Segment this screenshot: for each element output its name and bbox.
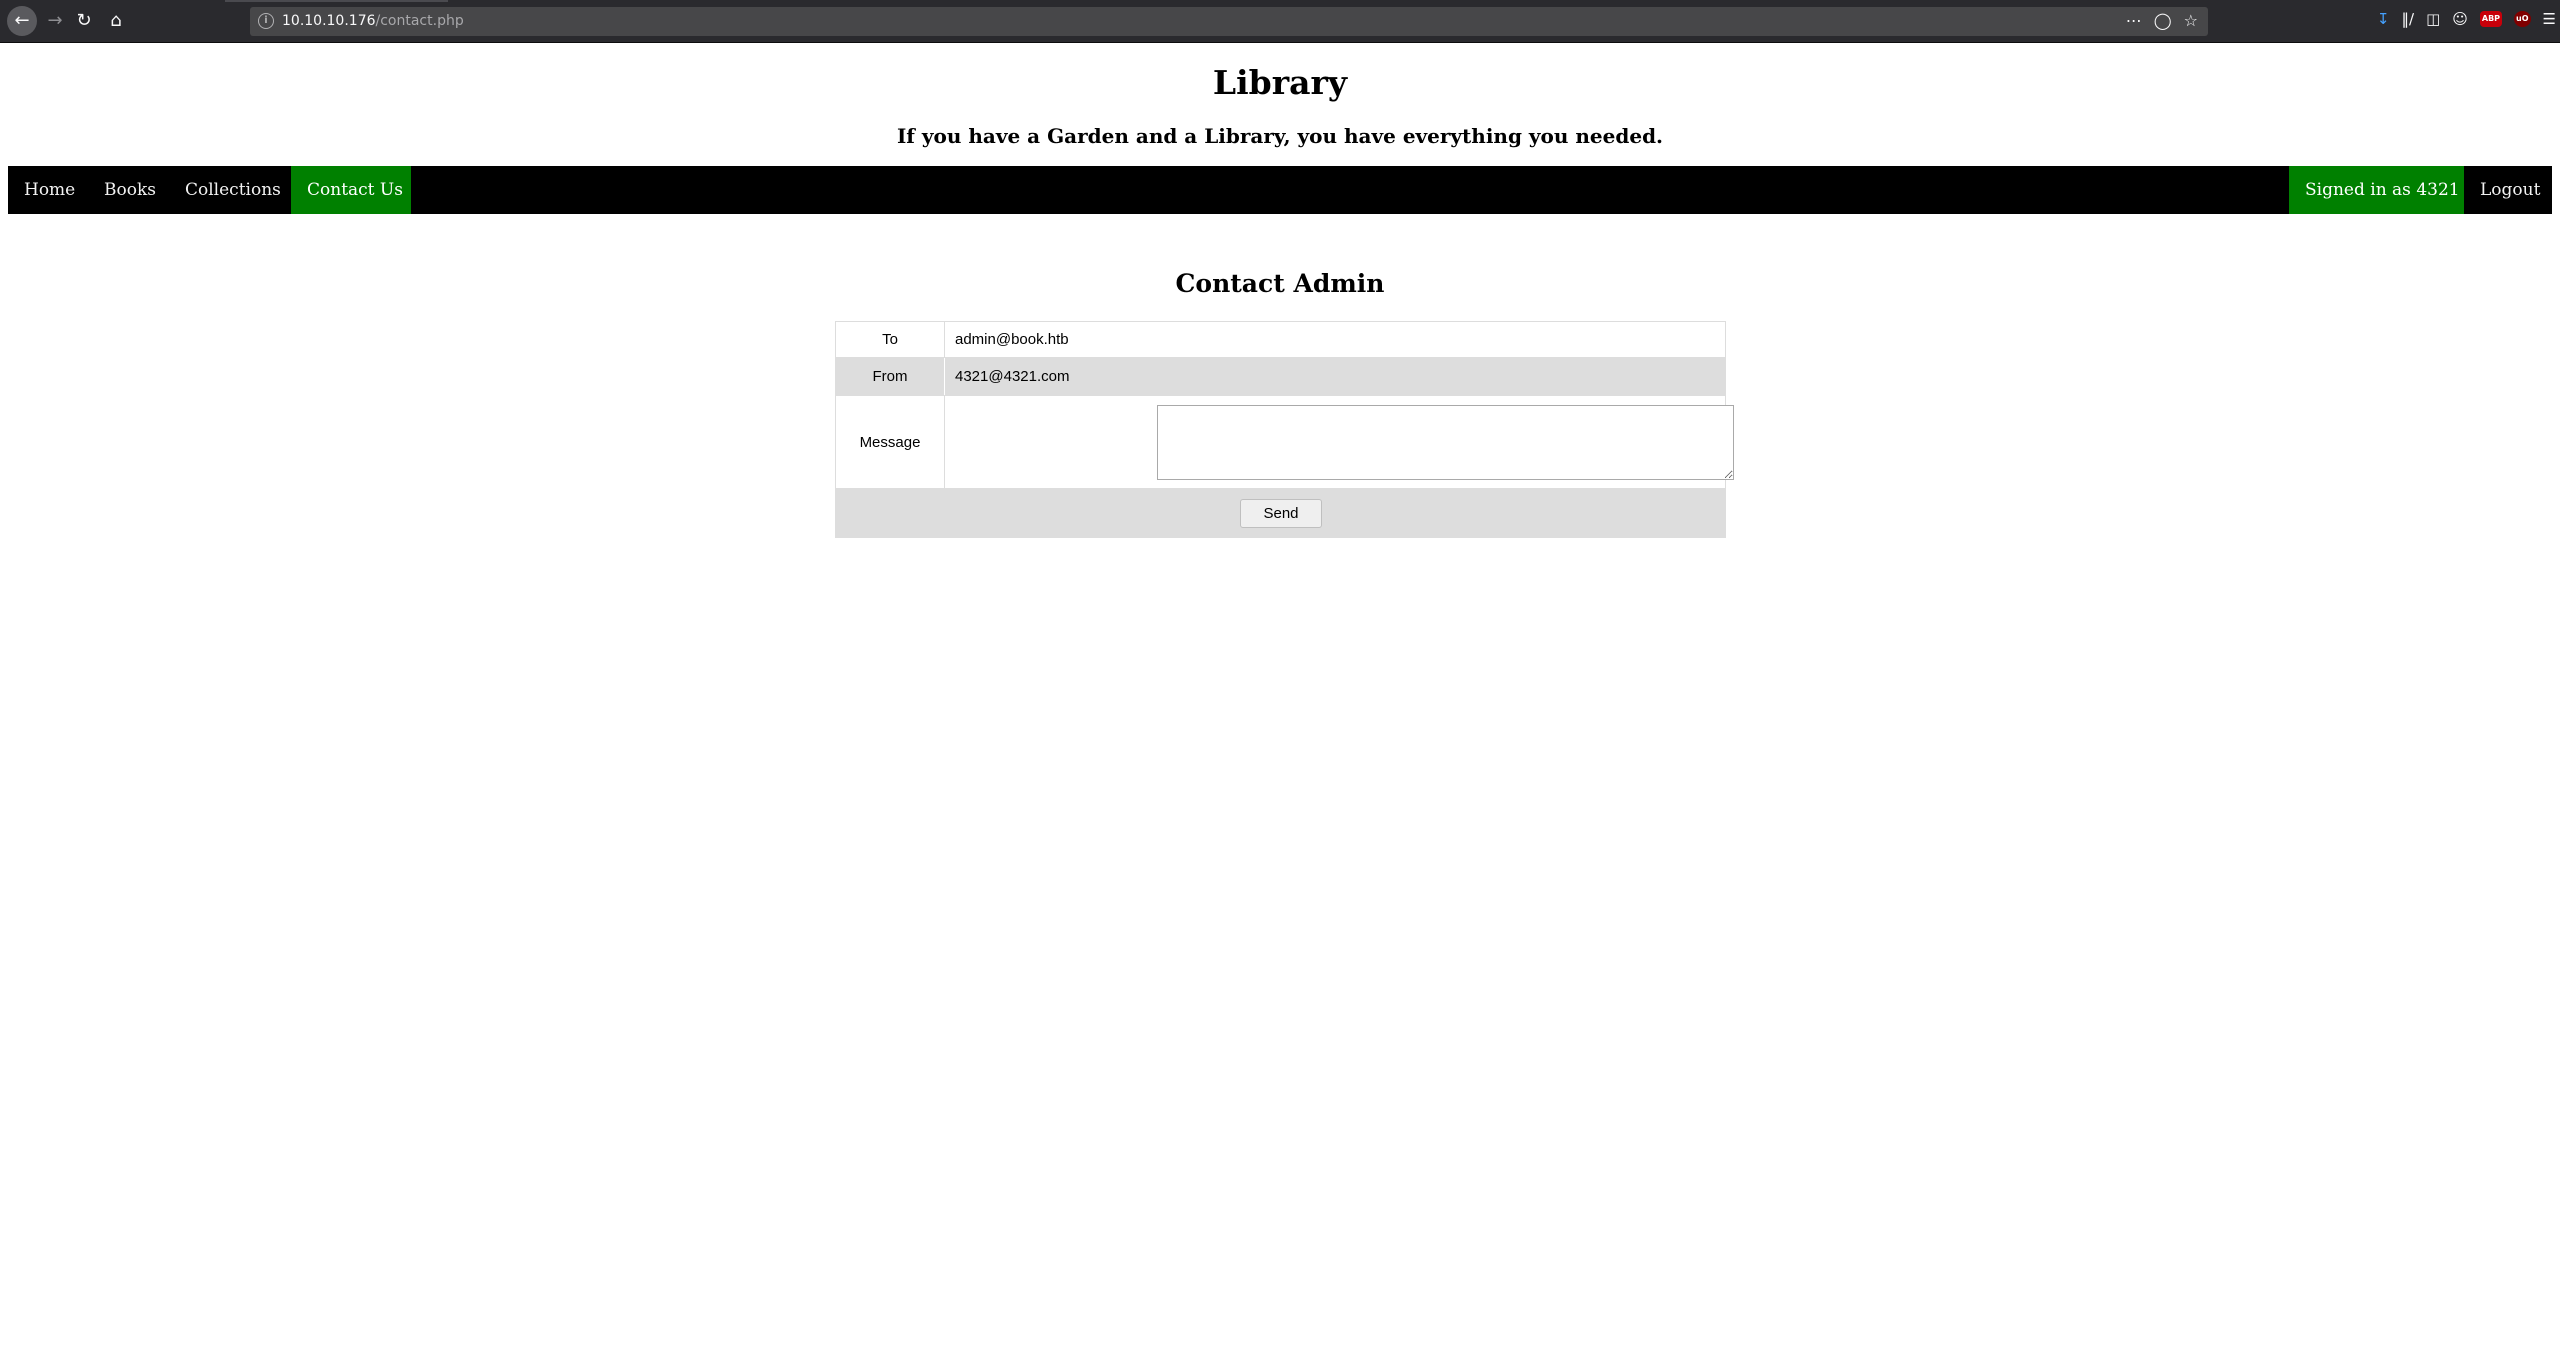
download-icon[interactable]: ↧ [2377,10,2390,28]
nav-books-link[interactable]: Books [88,166,172,214]
message-cell [946,396,1734,488]
message-textarea[interactable] [1157,405,1734,480]
contact-form: To admin@book.htb From 4321@4321.com Mes… [835,321,1734,538]
from-label: From [836,358,945,395]
tab-indicator [225,0,448,2]
logout-link[interactable]: Logout [2464,166,2552,214]
contact-heading: Contact Admin [1175,269,1385,298]
from-row: From 4321@4321.com [836,358,1725,396]
forward-arrow-icon[interactable]: → [42,8,68,34]
toolbar-right: ↧ ‖∕ ◫ ☺ ABP uO ☰ [2377,10,2556,28]
site-title: Library [1212,63,1348,102]
pocket-icon[interactable]: ◯ [2154,11,2172,30]
message-row: Message [836,396,1734,489]
menu-icon[interactable]: ☰ [2543,10,2556,28]
message-label: Message [836,396,945,488]
sidebar-icon[interactable]: ◫ [2426,10,2440,28]
to-value: admin@book.htb [955,331,1069,348]
site-tagline: If you have a Garden and a Library, you … [896,124,1664,148]
url-text[interactable]: 10.10.10.176/contact.php [282,13,464,29]
reload-icon[interactable]: ↻ [71,8,97,34]
to-row: To admin@book.htb [836,322,1725,358]
nav-home-link[interactable]: Home [8,166,91,214]
from-value: 4321@4321.com [955,368,1070,385]
nav-collections-link[interactable]: Collections [169,166,297,214]
ublock-icon[interactable]: uO [2514,11,2531,27]
send-row: Send [836,489,1725,537]
bookmark-star-icon[interactable]: ☆ [2184,11,2198,30]
url-actions: ⋯ ◯ ☆ [2126,11,2198,30]
url-host: 10.10.10.176 [282,13,376,29]
to-label: To [836,322,945,357]
adblock-icon[interactable]: ABP [2479,11,2503,27]
top-navigation: Home Books Collections Contact Us Signed… [8,166,2552,214]
browser-toolbar: ← → ↻ ⌂ i 10.10.10.176/contact.php ⋯ ◯ ☆… [0,0,2560,43]
page-actions-icon[interactable]: ⋯ [2126,11,2142,30]
signed-in-indicator[interactable]: Signed in as 4321 [2289,166,2464,214]
send-button[interactable]: Send [1240,499,1322,528]
account-icon[interactable]: ☺ [2452,10,2468,28]
back-arrow-icon[interactable]: ← [7,6,37,36]
nav-contact-link[interactable]: Contact Us [291,166,411,214]
url-bar[interactable]: i 10.10.10.176/contact.php ⋯ ◯ ☆ [250,7,2208,36]
library-icon[interactable]: ‖∕ [2402,10,2415,28]
home-icon[interactable]: ⌂ [103,8,129,34]
url-path: /contact.php [375,13,464,29]
info-icon[interactable]: i [258,13,274,29]
